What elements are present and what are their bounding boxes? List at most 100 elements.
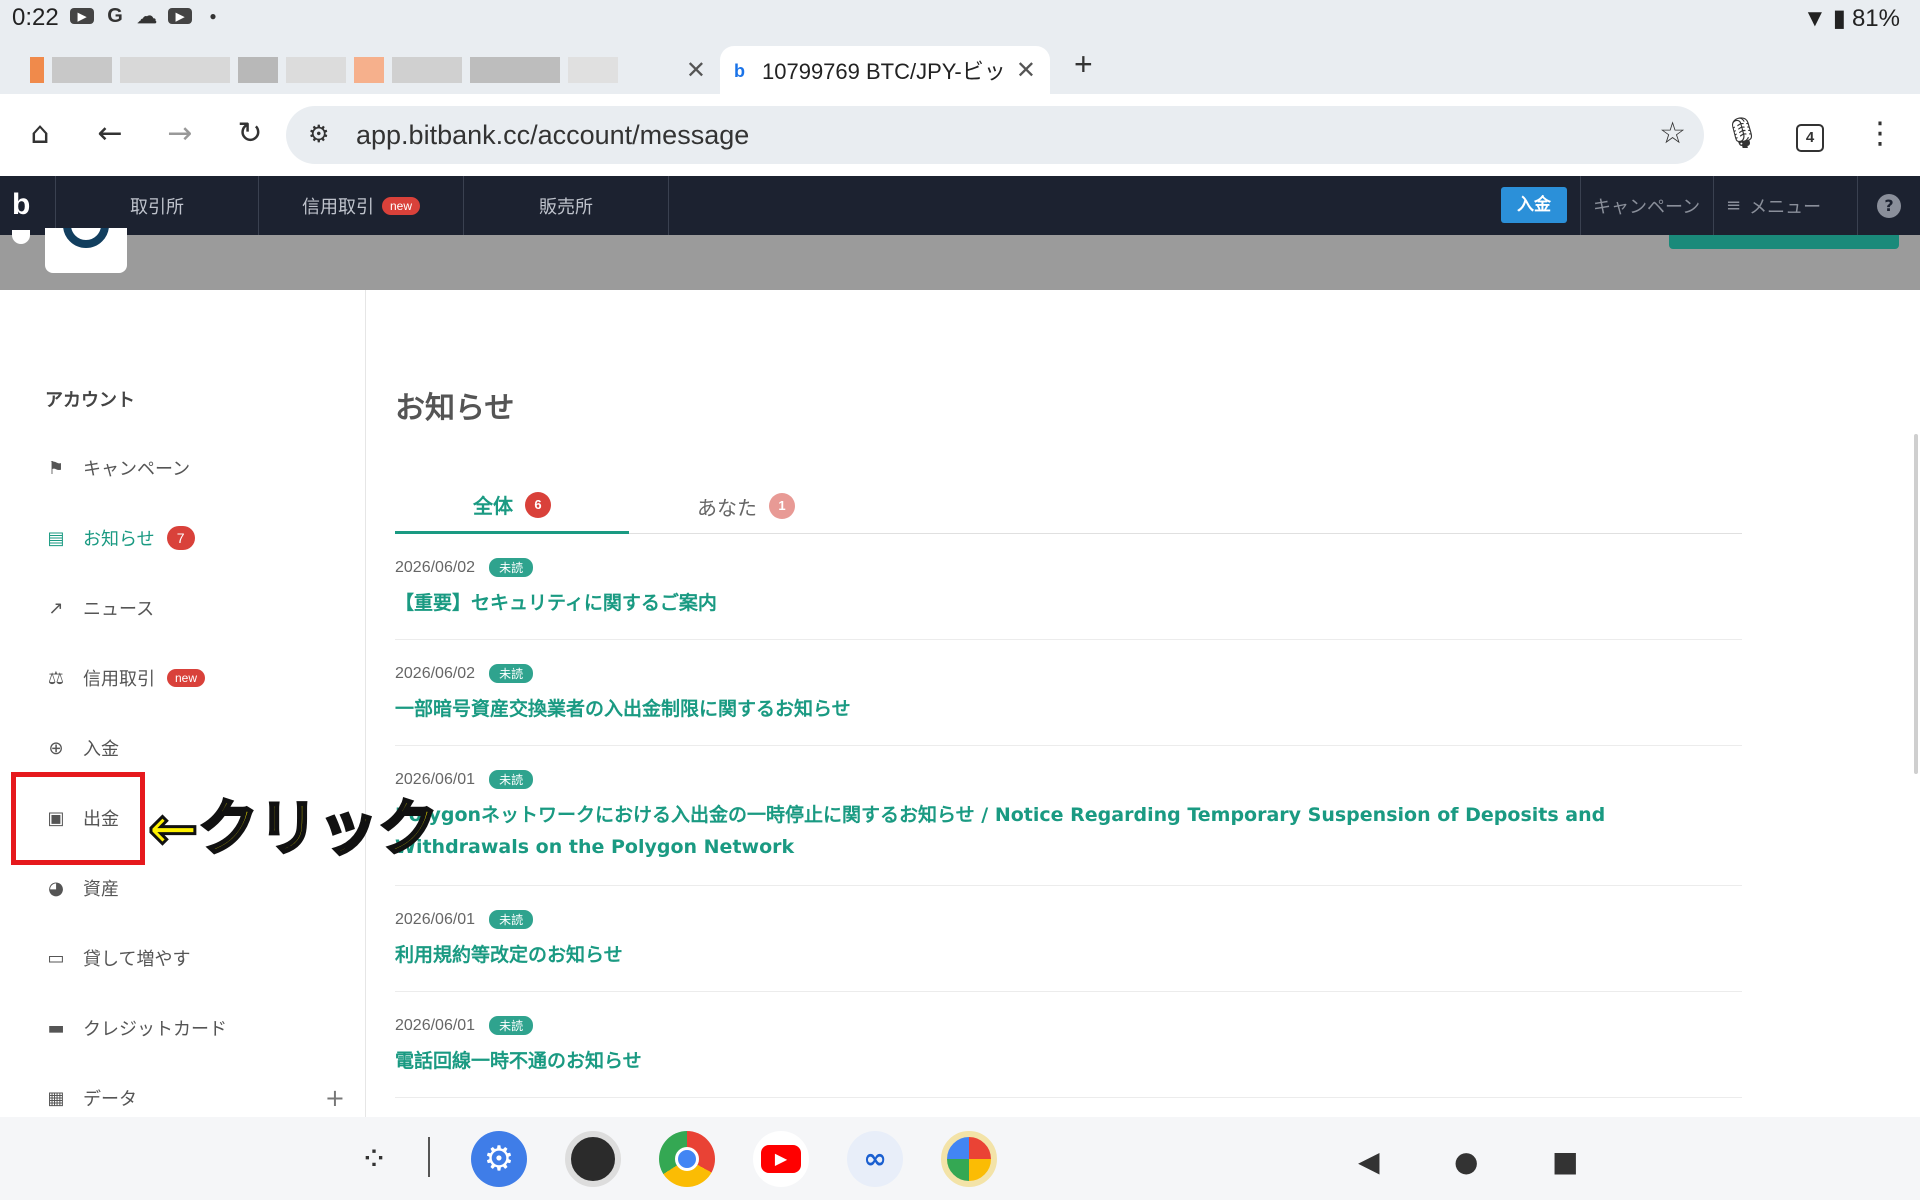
dock-divider — [428, 1137, 430, 1177]
back-icon[interactable]: ← — [90, 116, 130, 151]
reload-icon[interactable]: ↻ — [230, 116, 270, 151]
notice-count-badge: 7 — [166, 526, 195, 550]
tab-you-label: あなた — [697, 495, 757, 520]
message-date: 2026/06/01 — [395, 910, 476, 928]
url-text[interactable]: app.bitbank.cc/account/message — [356, 120, 749, 151]
sidebar-item-deposit[interactable]: ⊕ 入金 — [45, 733, 345, 763]
click-annotation: ←クリック — [146, 793, 439, 866]
nav-help[interactable]: ? — [1857, 176, 1920, 235]
sidebar-item-campaign[interactable]: ⚑ キャンペーン — [45, 453, 345, 483]
more-menu-icon[interactable]: ⋮ — [1860, 116, 1900, 151]
close-icon[interactable]: ✕ — [686, 56, 706, 85]
sidebar-item-label: ニュース — [83, 599, 155, 620]
highlight-box — [11, 772, 145, 865]
chrome-icon[interactable] — [659, 1131, 715, 1187]
home-icon[interactable]: ⌂ — [20, 116, 60, 151]
sidebar-item-news[interactable]: ↗ ニュース — [45, 593, 345, 623]
site-settings-icon[interactable]: ⚙ — [308, 120, 330, 148]
message-icon: ▤ — [47, 527, 65, 549]
unread-badge: 未読 — [489, 558, 534, 577]
photos-icon[interactable] — [941, 1131, 997, 1187]
nav-retail-label: 販売所 — [539, 196, 593, 218]
recents-nav-icon[interactable]: ■ — [1552, 1145, 1578, 1178]
scale-icon: ⚖ — [47, 667, 65, 689]
new-tab-button[interactable]: + — [1074, 46, 1093, 83]
settings-icon[interactable]: ⚙ — [471, 1131, 527, 1187]
site-header: b 取引所 信用取引 new 販売所 入金 キャンペーン ≡ メニュー ? — [0, 176, 1920, 235]
close-icon[interactable]: ✕ — [1016, 56, 1036, 85]
page-banner — [0, 235, 1920, 290]
expand-plus-icon[interactable]: + — [325, 1084, 345, 1112]
microphone-icon[interactable]: 🎙 — [1722, 116, 1762, 151]
new-badge: new — [381, 196, 420, 215]
unread-badge: 未読 — [489, 910, 534, 929]
nav-exchange[interactable]: 取引所 — [55, 176, 259, 235]
news-icon: ↗ — [48, 597, 64, 619]
home-nav-icon[interactable]: ● — [1454, 1145, 1478, 1178]
message-title[interactable]: Polygonネットワークにおける入出金の一時停止に関するお知らせ / Noti… — [395, 799, 1742, 863]
status-bar: 0:22 ▶ G ☁ ▶ ● ▼ ▮ 81% — [0, 0, 1920, 38]
page-title: お知らせ — [395, 391, 515, 426]
tab-all-count: 6 — [525, 491, 551, 518]
nav-margin[interactable]: 信用取引 new — [259, 176, 464, 235]
message-title[interactable]: 利用規約等改定のお知らせ — [395, 939, 1742, 971]
bitbank-logo[interactable]: b — [12, 188, 44, 222]
account-sidebar: アカウント ⚑ キャンペーン ▤ お知らせ 7 ↗ ニュース ⚖ 信用取引 ne… — [0, 290, 366, 1117]
flag-icon: ⚑ — [47, 457, 65, 479]
clipboard-icon: ▦ — [47, 1087, 65, 1109]
bitbank-favicon-icon: b — [734, 61, 745, 81]
sidebar-item-label: クレジットカード — [83, 1019, 227, 1040]
message-item[interactable]: 2026/06/01 未読 電話回線一時不通のお知らせ — [395, 1016, 1742, 1098]
battery-level: 81% — [1851, 4, 1900, 32]
sidebar-item-data[interactable]: ▦ データ + — [45, 1083, 345, 1113]
back-nav-icon[interactable]: ◀ — [1358, 1145, 1380, 1178]
status-right: ▼ ▮ 81% — [1803, 4, 1900, 33]
message-date: 2026/06/01 — [395, 1016, 476, 1034]
sidebar-item-label: データ — [83, 1089, 137, 1110]
banner-button[interactable] — [1669, 235, 1899, 249]
sidebar-item-margin[interactable]: ⚖ 信用取引 new — [45, 663, 345, 693]
sidebar-item-notices[interactable]: ▤ お知らせ 7 — [45, 523, 345, 553]
message-item[interactable]: 2026/06/01 未読 利用規約等改定のお知らせ — [395, 910, 1742, 992]
apps-search-icon[interactable]: ⁘ — [346, 1131, 402, 1187]
message-item[interactable]: 2026/06/02 未読 一部暗号資産交換業者の入出金制限に関するお知らせ — [395, 664, 1742, 746]
address-bar[interactable]: ⚙ app.bitbank.cc/account/message ☆ — [286, 106, 1704, 164]
card-icon: ▬ — [47, 1017, 65, 1039]
message-title[interactable]: 電話回線一時不通のお知らせ — [395, 1045, 1742, 1077]
tab-all-label: 全体 — [473, 494, 513, 518]
tab-switcher-button[interactable]: 4 — [1796, 124, 1824, 152]
message-title[interactable]: 一部暗号資産交換業者の入出金制限に関するお知らせ — [395, 693, 1742, 725]
tab-you[interactable]: あなた 1 — [629, 478, 863, 534]
unread-badge: 未読 — [489, 1016, 534, 1035]
sidebar-item-label: 資産 — [83, 879, 119, 900]
meta-icon[interactable]: ∞ — [847, 1131, 903, 1187]
nav-menu[interactable]: ≡ メニュー — [1713, 176, 1857, 235]
cash-icon: ▭ — [47, 947, 65, 969]
nav-campaign-label: キャンペーン — [1593, 196, 1701, 218]
tab-all[interactable]: 全体 6 — [395, 478, 629, 534]
sidebar-item-credit-card[interactable]: ▬ クレジットカード — [45, 1013, 345, 1043]
browser-tab-active[interactable]: b 10799769 BTC/JPY-ビッ ✕ — [720, 46, 1050, 94]
sidebar-item-lending[interactable]: ▭ 貸して増やす — [45, 943, 345, 973]
message-date: 2026/06/02 — [395, 558, 476, 576]
youtube-icon[interactable]: ▶ — [753, 1131, 809, 1187]
sidebar-item-label: お知らせ — [83, 529, 155, 550]
google-icon: G — [107, 4, 123, 27]
forward-icon[interactable]: → — [160, 116, 200, 151]
message-title[interactable]: 【重要】セキュリティに関するご案内 — [395, 587, 1742, 619]
nav-retail[interactable]: 販売所 — [464, 176, 669, 235]
sidebar-item-label: キャンペーン — [83, 459, 191, 480]
nav-campaign[interactable]: キャンペーン — [1580, 176, 1713, 235]
android-nav-bar: ⁘ ⚙ ▶ ∞ ◀ ● ■ — [0, 1117, 1920, 1200]
tab-you-count: 1 — [769, 493, 795, 519]
bookmark-star-icon[interactable]: ☆ — [1659, 116, 1686, 151]
scrollbar-thumb[interactable] — [1914, 434, 1918, 774]
message-item[interactable]: 2026/06/02 未読 【重要】セキュリティに関するご案内 — [395, 558, 1742, 640]
pie-icon: ◕ — [48, 877, 64, 899]
browser-tab-1[interactable]: ✕ — [30, 46, 720, 94]
nav-exchange-label: 取引所 — [130, 196, 184, 218]
camera-icon[interactable] — [565, 1131, 621, 1187]
message-item[interactable]: 2026/06/01 未読 Polygonネットワークにおける入出金の一時停止に関… — [395, 770, 1742, 886]
deposit-button[interactable]: 入金 — [1501, 187, 1567, 223]
sidebar-item-assets[interactable]: ◕ 資産 — [45, 873, 345, 903]
